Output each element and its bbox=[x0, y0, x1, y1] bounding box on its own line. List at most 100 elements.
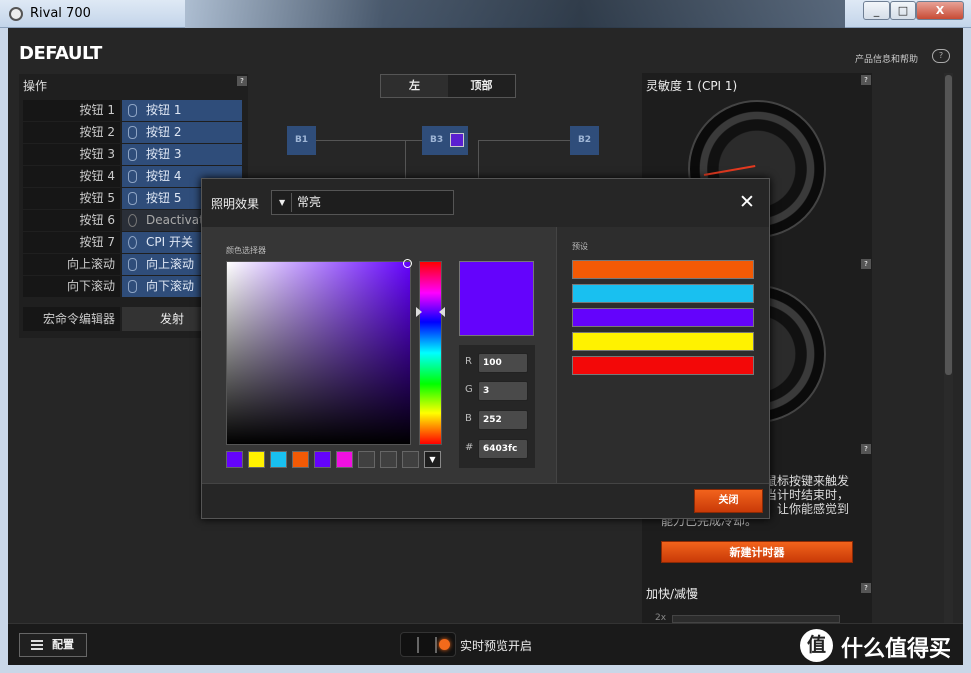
close-button[interactable]: 关闭 bbox=[694, 489, 763, 513]
current-color-preview bbox=[459, 261, 534, 336]
more-swatches-dropdown-icon[interactable]: ▼ bbox=[424, 451, 441, 468]
grip-icon bbox=[417, 637, 437, 653]
preset-color-bar[interactable] bbox=[572, 284, 754, 303]
recent-color-swatch[interactable] bbox=[314, 451, 331, 468]
help-question-icon[interactable]: ? bbox=[861, 583, 871, 593]
diagram-node-b3[interactable]: B3 bbox=[422, 126, 468, 155]
button-row-label: 按钮 5 bbox=[23, 188, 120, 209]
close-window-button[interactable]: X bbox=[916, 1, 964, 20]
profile-title: DEFAULT bbox=[19, 43, 102, 64]
help-question-icon[interactable]: ? bbox=[861, 259, 871, 269]
button-assignment[interactable]: 按钮 3 bbox=[122, 144, 242, 165]
window-title: Rival 700 bbox=[30, 6, 91, 21]
timer-description: 鼠标按键来触发 当计时结束时， ，让你能感觉到 bbox=[765, 474, 850, 516]
config-button[interactable]: 配置 bbox=[19, 633, 87, 657]
list-icon bbox=[31, 640, 43, 650]
accel-tick-label: 2x bbox=[655, 613, 667, 623]
diagram-wire bbox=[405, 140, 406, 180]
window-titlebar: Rival 700 _ □ X bbox=[0, 0, 971, 28]
saturation-value-picker[interactable] bbox=[226, 261, 411, 445]
recent-color-swatch[interactable] bbox=[270, 451, 287, 468]
button-row-label: 按钮 1 bbox=[23, 100, 120, 121]
tab-left[interactable]: 左 bbox=[381, 75, 448, 97]
recent-color-swatch[interactable] bbox=[336, 451, 353, 468]
rgb-inputs: R 100 G 3 B 252 # 6403fc bbox=[459, 345, 535, 468]
mouse-icon bbox=[128, 280, 137, 293]
hue-slider[interactable] bbox=[419, 261, 442, 445]
button-row-label: 向上滚动 bbox=[23, 254, 120, 275]
button-row-label: 按钮 2 bbox=[23, 122, 120, 143]
picker-handle[interactable] bbox=[403, 259, 412, 268]
dropdown-arrow-icon: ▼ bbox=[279, 198, 286, 207]
button-assignment[interactable]: 按钮 2 bbox=[122, 122, 242, 143]
dialog-footer bbox=[202, 483, 769, 518]
lighting-effect-label: 照明效果 bbox=[211, 197, 260, 211]
recent-color-swatch[interactable] bbox=[380, 451, 397, 468]
recent-color-swatch[interactable] bbox=[248, 451, 265, 468]
button-row-label: 按钮 6 bbox=[23, 210, 120, 231]
recent-color-swatch[interactable] bbox=[292, 451, 309, 468]
watermark: 值 什么值得买 bbox=[800, 628, 965, 664]
app-icon bbox=[9, 7, 23, 21]
mouse-icon bbox=[128, 258, 137, 271]
button-row-label: 按钮 7 bbox=[23, 232, 120, 253]
view-tabs: 左 顶部 bbox=[380, 74, 516, 98]
sensitivity-title: 灵敏度 1 (CPI 1) bbox=[646, 79, 738, 93]
preset-label: 预设 bbox=[572, 242, 588, 251]
live-preview-toggle[interactable] bbox=[400, 632, 456, 657]
preset-color-bar[interactable] bbox=[572, 332, 754, 351]
recent-color-swatch[interactable] bbox=[358, 451, 375, 468]
minimize-button[interactable]: _ bbox=[863, 1, 890, 20]
window-border-bottom bbox=[0, 665, 971, 673]
scrollbar-thumb[interactable] bbox=[945, 75, 952, 375]
button-assignment[interactable]: 按钮 1 bbox=[122, 100, 242, 121]
hex-input[interactable]: 6403fc bbox=[478, 439, 528, 459]
select-divider bbox=[291, 193, 292, 212]
watermark-logo: 值 bbox=[800, 629, 833, 662]
scrollbar[interactable] bbox=[944, 73, 953, 623]
blue-input[interactable]: 252 bbox=[478, 410, 528, 430]
diagram-wire bbox=[316, 140, 422, 141]
new-timer-button[interactable]: 新建计时器 bbox=[661, 541, 853, 563]
help-question-icon[interactable]: ? bbox=[861, 444, 871, 454]
mouse-icon bbox=[128, 104, 137, 117]
green-input[interactable]: 3 bbox=[478, 381, 528, 401]
hue-marker-left-icon[interactable] bbox=[416, 307, 422, 317]
maximize-button[interactable]: □ bbox=[890, 1, 916, 20]
titlebar-background bbox=[185, 0, 845, 28]
red-input[interactable]: 100 bbox=[478, 353, 528, 373]
help-question-icon[interactable]: ? bbox=[861, 75, 871, 85]
diagram-node-b2[interactable]: B2 bbox=[570, 126, 599, 155]
tab-top[interactable]: 顶部 bbox=[448, 75, 515, 97]
mouse-icon bbox=[128, 192, 137, 205]
accel-slider[interactable] bbox=[672, 615, 840, 623]
accel-title: 加快/减慢 bbox=[646, 587, 699, 601]
help-link[interactable]: 产品信息和帮助 bbox=[855, 52, 918, 65]
window-border-right bbox=[963, 28, 971, 673]
mouse-icon bbox=[128, 148, 137, 161]
hue-marker-right-icon[interactable] bbox=[439, 307, 445, 317]
diagram-wire bbox=[478, 140, 570, 141]
preset-color-bar[interactable] bbox=[572, 308, 754, 327]
diagram-wire bbox=[478, 140, 479, 180]
lighting-effect-select[interactable]: ▼ 常亮 bbox=[271, 190, 454, 215]
disabled-icon bbox=[128, 214, 137, 227]
watermark-text: 什么值得买 bbox=[841, 637, 952, 662]
color-picker-label: 颜色选择器 bbox=[226, 246, 266, 255]
status-dot-icon bbox=[439, 639, 450, 650]
macro-editor-label: 宏命令编辑器 bbox=[23, 307, 120, 331]
gauge-icon bbox=[128, 236, 137, 249]
preset-color-bar[interactable] bbox=[572, 356, 754, 375]
help-question-icon[interactable]: ? bbox=[237, 76, 247, 86]
live-preview-label: 实时预览开启 bbox=[460, 639, 533, 653]
mouse-icon bbox=[128, 170, 137, 183]
recent-color-swatch[interactable] bbox=[402, 451, 419, 468]
preset-color-bar[interactable] bbox=[572, 260, 754, 279]
button-row-label: 向下滚动 bbox=[23, 276, 120, 297]
close-icon[interactable]: ✕ bbox=[739, 193, 755, 212]
chat-help-icon[interactable]: ? bbox=[932, 49, 950, 63]
actions-panel-title: 操作 bbox=[23, 79, 48, 93]
recent-color-swatch[interactable] bbox=[226, 451, 243, 468]
diagram-node-b1[interactable]: B1 bbox=[287, 126, 316, 155]
color-swatch-icon bbox=[450, 133, 464, 147]
